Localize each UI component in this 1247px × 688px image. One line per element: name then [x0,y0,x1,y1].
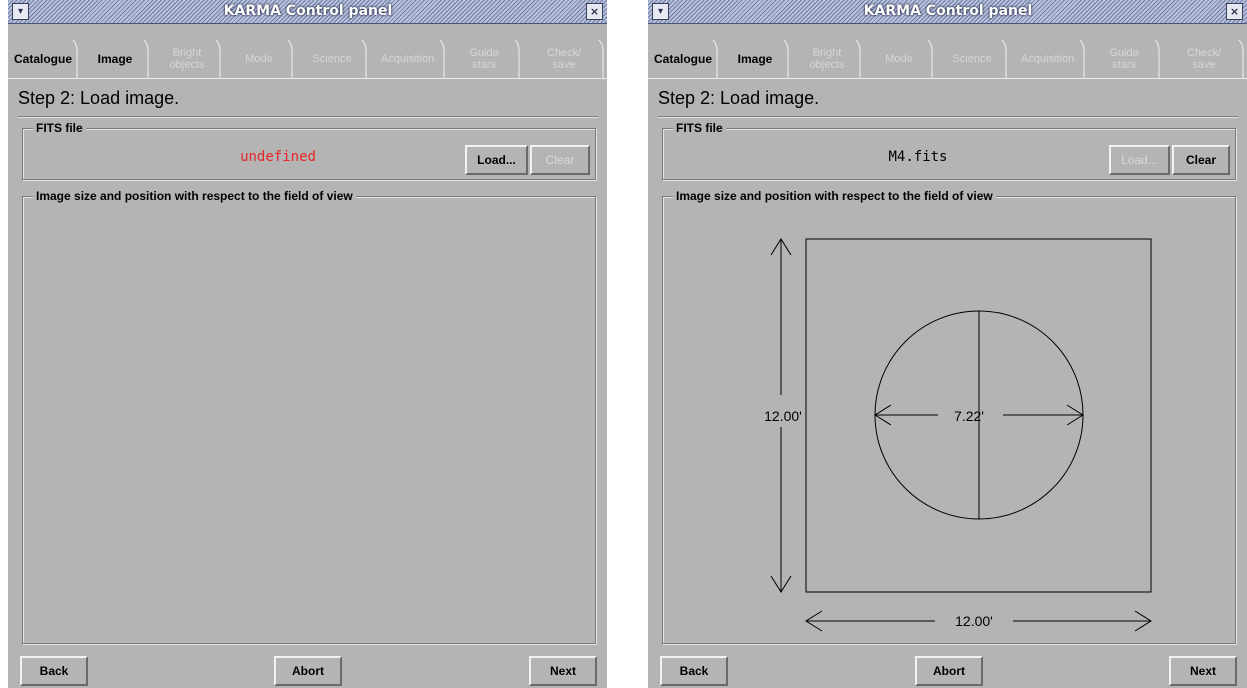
chevron-down-icon[interactable]: ▾ [12,3,29,20]
fits-file-group-label: FITS file [673,121,726,135]
next-button[interactable]: Next [529,656,597,686]
tab-divider [1238,40,1244,78]
tab-label: objects [809,59,845,71]
tab-label: stars [1112,59,1136,71]
tab-acquisition[interactable]: Acquisition [370,40,445,78]
tab-divider [1154,40,1160,78]
tab-label: Acquisition [1020,53,1075,65]
tab-image[interactable]: Image [721,40,789,78]
control-panel-window-right: ▾ KARMA Control panel × Catalogue Image Br… [648,0,1247,688]
tab-label: Image [737,52,773,66]
image-height-label: 12.00' [764,408,802,424]
title-bar: ▾ KARMA Control panel × [648,0,1247,24]
tab-bright-objects[interactable]: Bright objects [153,40,221,78]
tab-image[interactable]: Image [81,40,149,78]
tab-check-save[interactable]: Check/save [524,40,604,78]
image-width-label: 12.00' [955,613,993,629]
tab-label: Check/ [546,47,582,59]
tab-label: save [1192,59,1216,71]
tab-label: Guide [469,47,499,59]
tab-catalogue[interactable]: Catalogue [648,40,718,78]
load-button[interactable]: Load... [465,145,528,175]
tab-label: save [552,59,576,71]
step-title: Step 2: Load image. [18,88,180,108]
tab-check-save[interactable]: Check/save [1164,40,1244,78]
tab-science[interactable]: Science [937,40,1007,78]
fits-file-group: FITS file undefined Load... Clear [22,121,596,180]
image-fov-group: Image size and position with respect to … [22,189,596,644]
image-fov-group-label: Image size and position with respect to … [33,189,356,203]
back-button[interactable]: Back [660,656,728,686]
next-button[interactable]: Next [1169,656,1237,686]
clear-button[interactable]: Clear [530,145,590,175]
tab-divider [927,40,933,78]
tab-divider [215,40,221,78]
tab-science[interactable]: Science [297,40,367,78]
tab-divider [855,40,861,78]
tab-label: stars [472,59,496,71]
tab-divider [598,40,604,78]
control-panel-window-left: ▾ KARMA Control panel × Catalogue Image Br… [8,0,607,688]
tab-label: Bright [812,47,842,59]
fits-file-group: FITS file M4.fits Load... Clear [662,121,1236,180]
tab-label: Acquisition [380,53,435,65]
tab-divider [783,40,789,78]
tab-label: Science [312,53,352,65]
tab-label: objects [169,59,205,71]
tab-label: Bright [172,47,202,59]
fits-file-name: undefined [240,149,316,165]
tab-guide-stars[interactable]: Guide stars [448,40,520,78]
navigation-bar: Back Abort Next [8,648,607,688]
fits-file-group-label: FITS file [33,121,86,135]
tabs-divider [648,78,1247,79]
title-bar: ▾ KARMA Control panel × [8,0,607,24]
clear-button[interactable]: Clear [1172,145,1230,175]
tab-mode[interactable]: Mode [225,40,293,78]
fits-file-name: M4.fits [888,149,948,165]
close-icon[interactable]: × [586,3,603,20]
tab-divider [143,40,149,78]
tab-label: Catalogue [653,52,712,66]
tab-bright-objects[interactable]: Bright objects [793,40,861,78]
fov-diagram: 7.22' 12.00' 12.00' [764,238,1152,632]
abort-button[interactable]: Abort [274,656,342,686]
tab-divider [514,40,520,78]
tab-acquisition[interactable]: Acquisition [1010,40,1085,78]
tab-guide-stars[interactable]: Guide stars [1088,40,1160,78]
tab-label: Science [952,53,992,65]
tab-catalogue[interactable]: Catalogue [8,40,78,78]
close-icon[interactable]: × [1226,3,1243,20]
tab-label: Catalogue [13,52,72,66]
navigation-bar: Back Abort Next [648,648,1247,688]
tab-divider [287,40,293,78]
step-title: Step 2: Load image. [658,88,820,108]
tabs-divider [8,78,607,79]
window-title: KARMA Control panel [863,3,1033,19]
tab-label: Mode [245,53,273,65]
load-button[interactable]: Load... [1109,145,1170,175]
tab-label: Check/ [1186,47,1222,59]
tab-label: Guide [1109,47,1139,59]
tab-mode[interactable]: Mode [865,40,933,78]
abort-button[interactable]: Abort [915,656,983,686]
tab-label: Mode [885,53,913,65]
header-separator [658,116,1238,117]
step-tabs: Catalogue Image Bright objects Mode Science Ac… [648,40,1247,78]
header-separator [18,116,598,117]
chevron-down-icon[interactable]: ▾ [652,3,669,20]
image-fov-group: Image size and position with respect to … [662,189,1236,644]
step-tabs: Catalogue Image Bright objects Mode Science Ac… [8,40,607,78]
tab-label: Image [97,52,133,66]
back-button[interactable]: Back [20,656,88,686]
window-title: KARMA Control panel [223,3,393,19]
fov-diameter-label: 7.22' [954,408,984,424]
